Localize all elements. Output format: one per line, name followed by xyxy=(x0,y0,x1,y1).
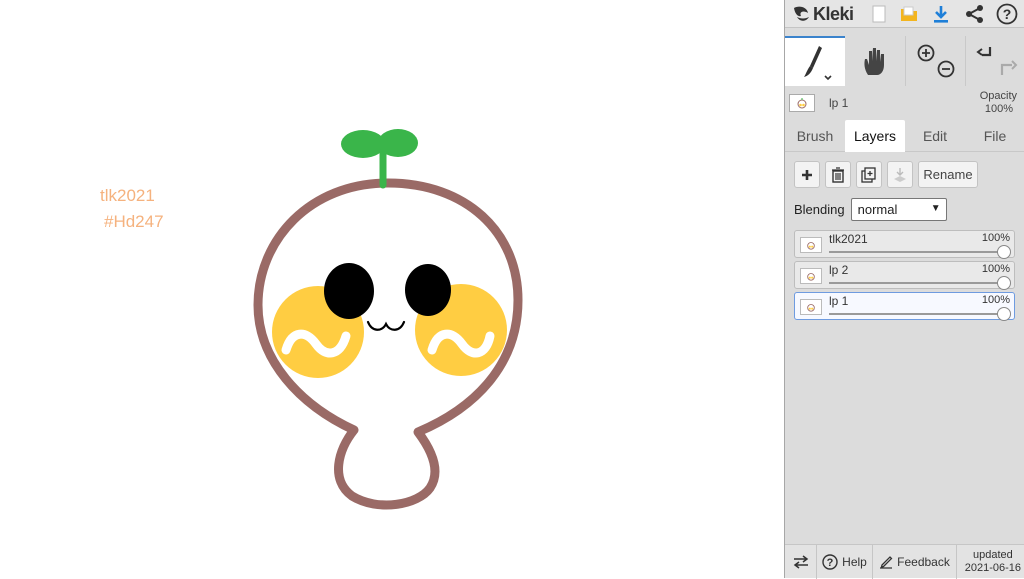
new-image-button[interactable] xyxy=(865,2,893,26)
layer-thumb-icon xyxy=(797,98,807,109)
layer-name: lp 2 xyxy=(829,263,849,277)
bottom-bar: ? Help Feedback updated 2021-06-16 xyxy=(785,544,1024,579)
feedback-icon xyxy=(880,556,893,569)
download-icon xyxy=(934,6,948,23)
layer-item[interactable]: lp 2 100% xyxy=(794,261,1015,290)
slider-handle[interactable] xyxy=(997,276,1011,290)
app-name: Kleki xyxy=(813,3,854,24)
tab-edit[interactable]: Edit xyxy=(905,120,965,152)
feedback-link[interactable]: Feedback xyxy=(873,545,957,579)
layer-opacity: 100% xyxy=(981,263,1010,275)
swap-side-button[interactable] xyxy=(785,545,817,579)
blending-select[interactable]: normal ▼ xyxy=(850,197,947,221)
layer-name: tlk2021 xyxy=(829,232,868,246)
app-logo[interactable]: Kleki xyxy=(791,2,854,26)
blending-label: Blending xyxy=(794,201,845,217)
tab-layers[interactable]: Layers xyxy=(845,120,905,152)
layer-thumb-icon xyxy=(807,304,815,312)
help-link[interactable]: ? Help xyxy=(817,545,873,579)
help-button[interactable]: ? xyxy=(993,2,1021,26)
opacity-label: Opacity xyxy=(979,90,1017,102)
swap-arrows-icon xyxy=(793,555,808,569)
side-panel: Kleki ? lp 1 Opacity 100% Brush Layers E… xyxy=(784,0,1024,579)
layer-thumbnail xyxy=(800,237,822,253)
sprout-right-leaf xyxy=(378,129,418,157)
current-layer-name: lp 1 xyxy=(829,96,849,110)
history-icons xyxy=(975,47,1017,75)
feedback-label: Feedback xyxy=(897,555,950,569)
current-layer-thumbnail xyxy=(789,94,815,112)
add-layer-button[interactable] xyxy=(794,161,820,188)
left-eye xyxy=(324,263,374,319)
layer-thumbnail xyxy=(800,268,822,284)
chevron-down-icon: ▼ xyxy=(930,202,941,214)
undo-icon xyxy=(975,47,991,57)
tab-file[interactable]: File xyxy=(965,120,1024,152)
canvas-drawing xyxy=(253,129,523,510)
layer-opacity-slider[interactable] xyxy=(829,307,1011,321)
help-icon: ? xyxy=(996,3,1018,25)
download-button[interactable] xyxy=(927,2,955,26)
share-button[interactable] xyxy=(961,2,989,26)
layer-opacity-slider[interactable] xyxy=(829,245,1011,259)
updated-info: updated 2021-06-16 xyxy=(965,549,1021,575)
panel-tabs: Brush Layers Edit File xyxy=(785,120,1024,152)
new-image-icon xyxy=(872,5,886,23)
current-layer-info: lp 1 Opacity 100% xyxy=(785,88,1024,118)
duplicate-icon xyxy=(861,166,876,183)
layer-thumb-icon xyxy=(807,242,815,250)
right-eye xyxy=(405,264,451,316)
trash-icon xyxy=(832,166,844,183)
hand-tool[interactable] xyxy=(845,36,905,86)
help-circle-icon: ? xyxy=(822,554,838,570)
history-tools xyxy=(965,36,1024,86)
opacity-value: 100% xyxy=(984,103,1013,115)
layer-item[interactable]: tlk2021 100% xyxy=(794,230,1015,259)
open-button[interactable] xyxy=(895,2,923,26)
canvas-text-line1: tlk2021 xyxy=(100,186,155,205)
help-label: Help xyxy=(842,555,867,569)
layer-opacity: 100% xyxy=(981,294,1010,306)
canvas-text-line2: #Hd247 xyxy=(104,212,164,231)
slider-handle[interactable] xyxy=(997,245,1011,259)
updated-date: 2021-06-16 xyxy=(964,562,1021,574)
duplicate-layer-button[interactable] xyxy=(856,161,882,188)
slider-handle[interactable] xyxy=(997,307,1011,321)
zoom-tools xyxy=(905,36,965,86)
kleki-logo-icon xyxy=(794,6,809,21)
delete-layer-button[interactable] xyxy=(825,161,851,188)
blending-row: Blending normal ▼ xyxy=(794,197,954,221)
rename-layer-button[interactable]: Rename xyxy=(918,161,978,188)
zoom-out-icon xyxy=(937,60,954,78)
top-toolbar: Kleki ? xyxy=(785,0,1024,28)
merge-down-button[interactable] xyxy=(887,161,913,188)
hand-icon xyxy=(864,48,884,75)
brush-tool[interactable] xyxy=(785,36,845,86)
svg-text:?: ? xyxy=(1003,6,1012,22)
layer-thumbnail xyxy=(800,299,822,315)
zoom-icons xyxy=(917,44,954,78)
merge-down-icon xyxy=(894,167,906,182)
blending-value: normal xyxy=(857,201,898,217)
layer-thumb-icon xyxy=(807,273,815,281)
updated-label: updated xyxy=(972,549,1013,561)
brush-icon xyxy=(804,46,832,81)
svg-text:?: ? xyxy=(827,557,834,569)
tool-row xyxy=(785,36,1024,86)
tab-brush[interactable]: Brush xyxy=(785,120,845,152)
share-icon xyxy=(966,5,983,23)
layer-opacity-slider[interactable] xyxy=(829,276,1011,290)
redo-icon xyxy=(1000,60,1017,75)
open-folder-icon xyxy=(901,6,917,21)
layer-name: lp 1 xyxy=(829,294,849,308)
zoom-in-icon xyxy=(917,44,934,62)
plus-icon xyxy=(802,169,812,180)
drawing-canvas[interactable]: tlk2021 #Hd247 xyxy=(0,0,784,578)
layer-opacity: 100% xyxy=(981,232,1010,244)
layer-item-selected[interactable]: lp 1 100% xyxy=(794,292,1015,321)
